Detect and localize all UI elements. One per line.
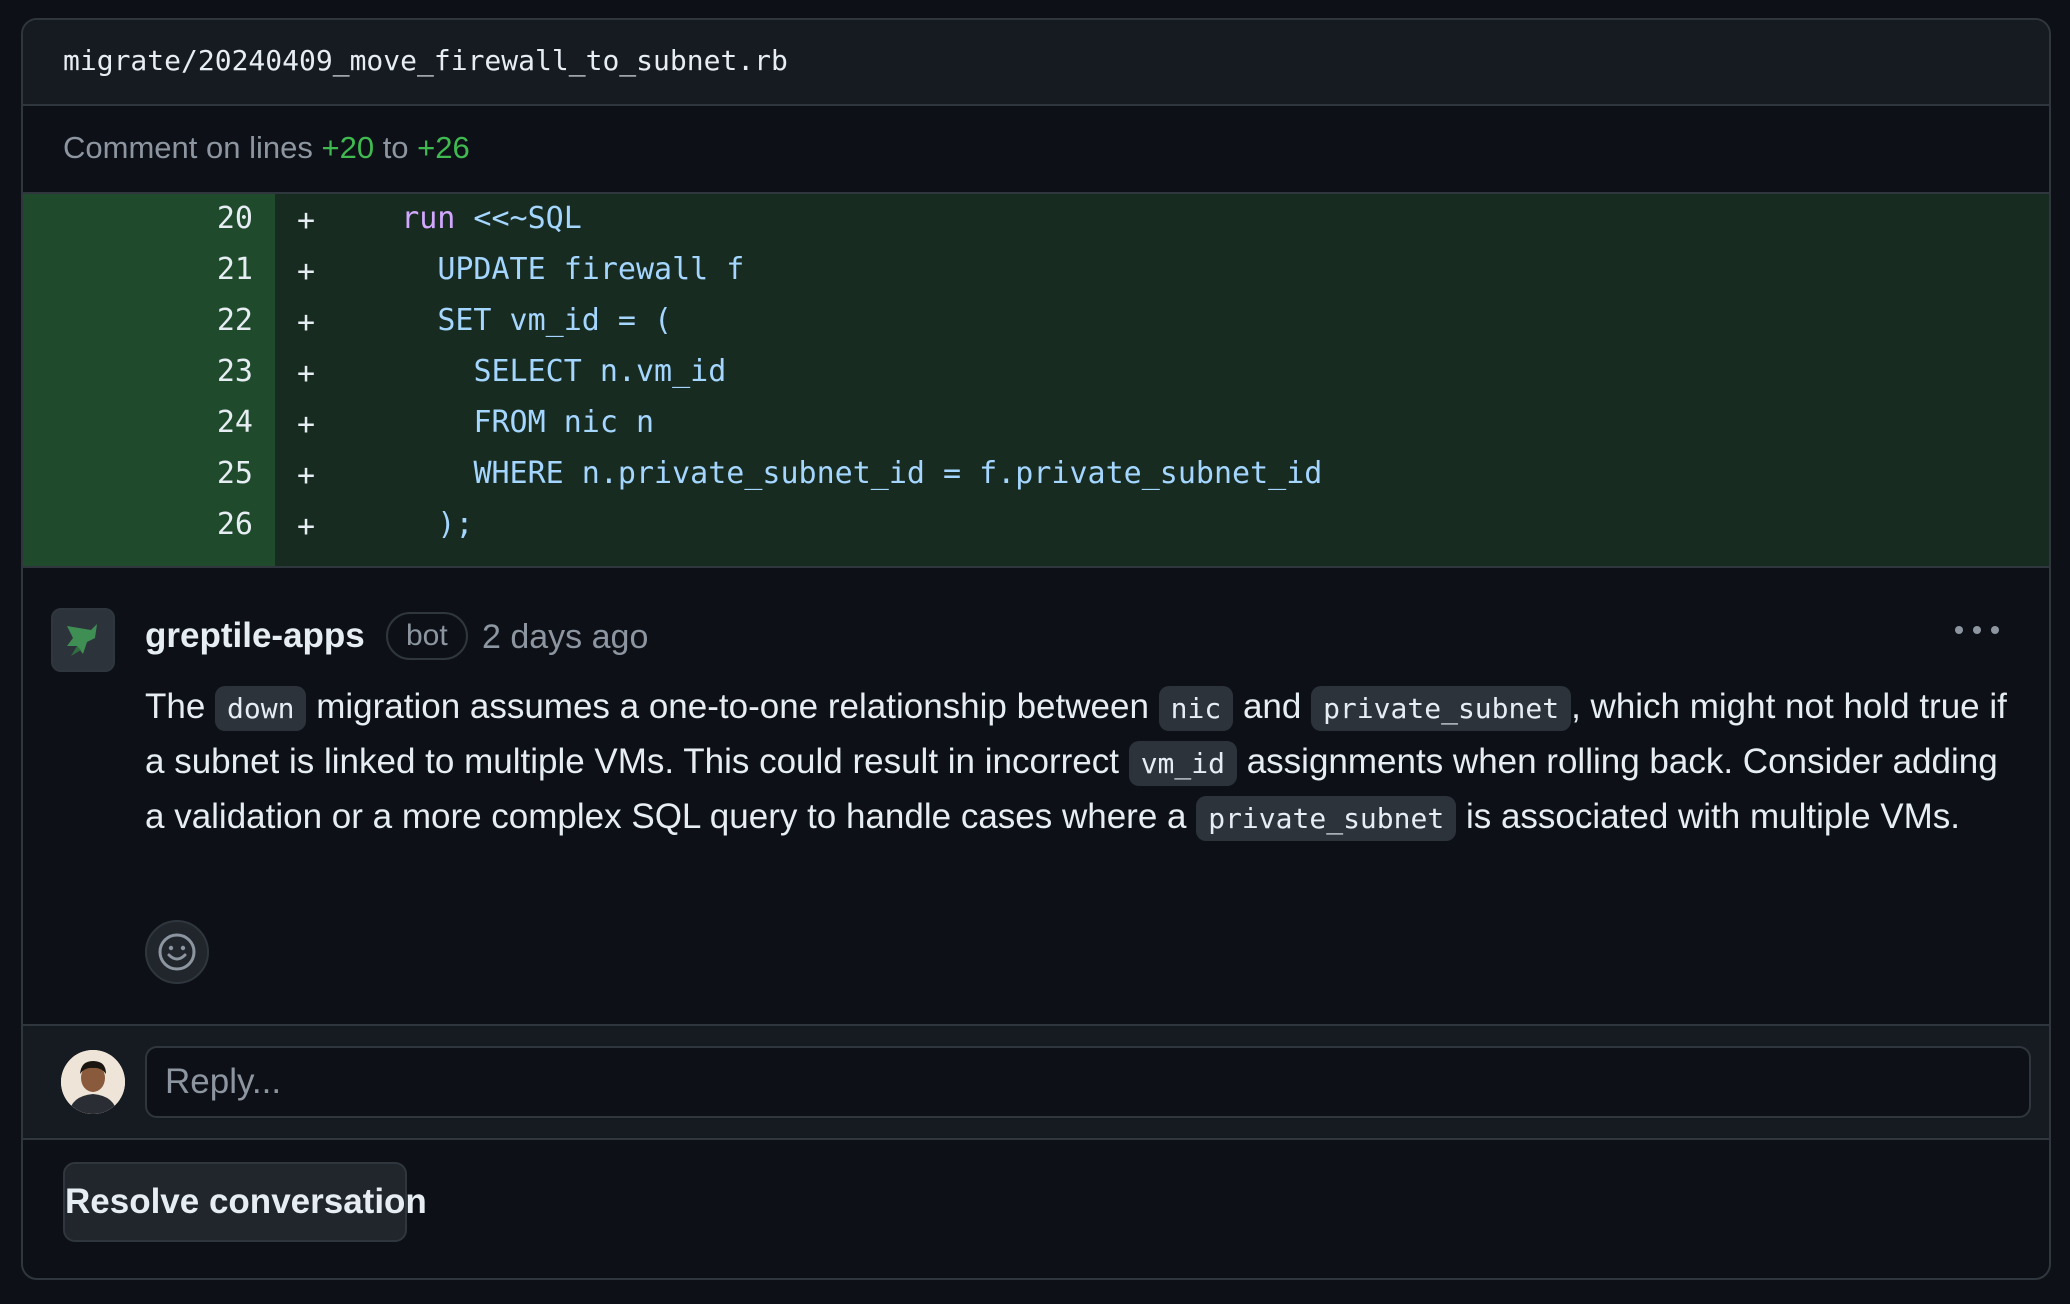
line-number[interactable]: 20 <box>23 201 253 236</box>
line-number[interactable]: 26 <box>23 507 253 542</box>
user-avatar[interactable] <box>61 1050 125 1114</box>
comment-range-end: +26 <box>417 130 470 165</box>
code-content: SET vm_id = ( <box>347 303 672 338</box>
comment-body: The down migration assumes a one-to-one … <box>145 680 2015 845</box>
file-header: migrate/20240409_move_firewall_to_subnet… <box>23 20 2049 106</box>
reply-input[interactable] <box>145 1046 2031 1118</box>
comment-text: migration assumes a one-to-one relations… <box>306 687 1159 726</box>
comment-range-prefix: Comment on lines <box>63 130 313 165</box>
comment-author[interactable]: greptile-apps <box>145 616 365 656</box>
addition-marker: + <box>297 458 316 493</box>
addition-marker: + <box>297 305 316 340</box>
kebab-horizontal-icon <box>1955 626 1999 634</box>
code-text: SET vm_id = ( <box>437 303 673 338</box>
comment-timestamp[interactable]: 2 days ago <box>482 618 648 657</box>
inline-code: private_subnet <box>1311 686 1572 731</box>
add-reaction-button[interactable] <box>145 920 209 984</box>
code-text: FROM nic n <box>473 405 655 440</box>
diff-line[interactable]: 21 + UPDATE firewall f <box>23 246 2049 297</box>
line-number[interactable]: 23 <box>23 354 253 389</box>
code-text: ); <box>437 507 474 542</box>
inline-code: vm_id <box>1128 741 1237 786</box>
comment-range-label: Comment on lines +20 to +26 <box>63 130 470 166</box>
file-name-link[interactable]: migrate/20240409_move_firewall_to_subnet… <box>63 44 788 77</box>
diff-line[interactable]: 22 + SET vm_id = ( <box>23 297 2049 348</box>
comment-text: and <box>1233 687 1312 726</box>
code-content: ); <box>347 507 473 542</box>
code-content: run <<~SQL <box>347 201 582 236</box>
code-text: <<~SQL <box>455 201 582 236</box>
line-number[interactable]: 25 <box>23 456 253 491</box>
inline-code: private_subnet <box>1196 796 1457 841</box>
diff-code-block: 20 + run <<~SQL 21 + UPDATE firewall f 22 + S… <box>23 192 2049 568</box>
comment-text: The <box>145 687 216 726</box>
bot-badge: bot <box>386 612 468 660</box>
addition-marker: + <box>297 356 316 391</box>
comment-text: is associated with multiple VMs. <box>1456 797 1961 836</box>
comment-range-start: +20 <box>321 130 375 165</box>
code-content: SELECT n.vm_id <box>347 354 726 389</box>
addition-marker: + <box>297 203 316 238</box>
diff-line[interactable]: 24 + FROM nic n <box>23 399 2049 450</box>
diff-line[interactable]: 20 + run <<~SQL <box>23 195 2049 246</box>
smiley-icon <box>158 933 196 971</box>
code-text: UPDATE firewall f <box>437 252 745 287</box>
code-content: WHERE n.private_subnet_id = f.private_su… <box>347 456 1322 491</box>
more-options-button[interactable] <box>1949 610 2005 650</box>
inline-code: nic <box>1158 686 1234 731</box>
inline-code: down <box>215 686 307 731</box>
review-thread-panel: migrate/20240409_move_firewall_to_subnet… <box>21 18 2051 1280</box>
line-number[interactable]: 24 <box>23 405 253 440</box>
line-number[interactable]: 21 <box>23 252 253 287</box>
code-text: WHERE n.private_subnet_id = f.private_su… <box>473 456 1323 491</box>
user-avatar-image <box>61 1050 125 1114</box>
greptile-logo-icon <box>67 624 97 656</box>
code-keyword: run <box>401 201 456 236</box>
resolve-conversation-button[interactable]: Resolve conversation <box>63 1162 427 1242</box>
addition-marker: + <box>297 509 316 544</box>
code-content: FROM nic n <box>347 405 654 440</box>
addition-marker: + <box>297 407 316 442</box>
diff-line[interactable]: 23 + SELECT n.vm_id <box>23 348 2049 399</box>
diff-line[interactable]: 25 + WHERE n.private_subnet_id = f.privat… <box>23 450 2049 501</box>
code-content: UPDATE firewall f <box>347 252 744 287</box>
bot-avatar[interactable] <box>51 608 115 672</box>
comment-range-middle: to <box>382 130 409 165</box>
code-text: SELECT n.vm_id <box>473 354 727 389</box>
line-number[interactable]: 22 <box>23 303 253 338</box>
diff-line[interactable]: 26 + ); <box>23 501 2049 552</box>
review-comment: greptile-apps bot 2 days ago The down mi… <box>23 568 2049 1024</box>
reply-bar <box>23 1024 2049 1140</box>
addition-marker: + <box>297 254 316 289</box>
